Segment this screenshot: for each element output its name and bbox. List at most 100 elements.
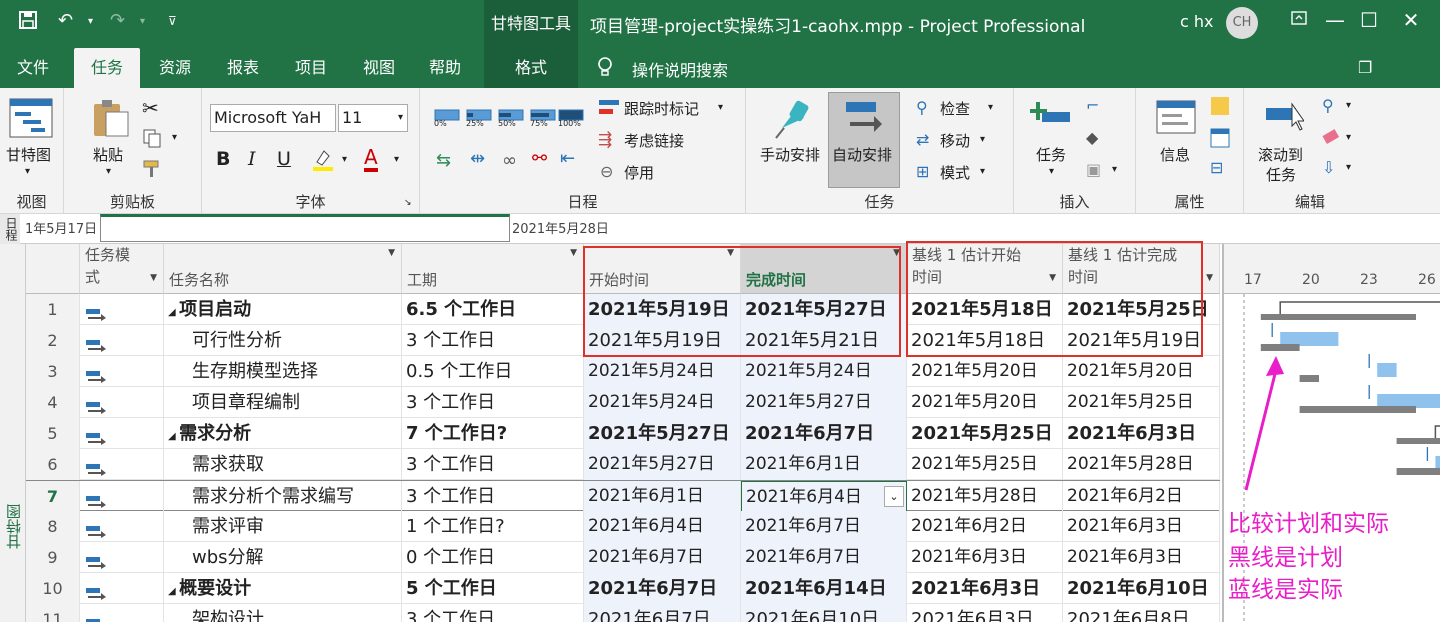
bstart-cell[interactable]: 2021年5月20日 bbox=[907, 387, 1063, 418]
information-icon[interactable] bbox=[1156, 100, 1196, 138]
start-cell[interactable]: 2021年6月7日 bbox=[584, 604, 741, 622]
duration-cell[interactable]: 1 个工作日? bbox=[402, 511, 584, 542]
finish-cell[interactable]: 2021年5月24日 bbox=[741, 356, 907, 387]
duration-cell[interactable]: 5 个工作日 bbox=[402, 573, 584, 604]
duration-cell[interactable]: 3 个工作日 bbox=[402, 387, 584, 418]
font-color-button[interactable]: A bbox=[364, 146, 378, 172]
inspect-dropdown-icon[interactable]: ▾ bbox=[988, 102, 993, 113]
collapse-triangle-icon[interactable]: ◢ bbox=[168, 586, 179, 597]
scroll-to-task-icon[interactable] bbox=[1264, 102, 1305, 136]
italic-button[interactable]: I bbox=[248, 148, 256, 170]
collapse-triangle-icon[interactable]: ◢ bbox=[168, 431, 179, 442]
insert-deliverable-icon[interactable]: ▣ bbox=[1086, 160, 1101, 179]
table-row[interactable]: 6 需求获取 3 个工作日 2021年5月27日 2021年6月1日 2021年5月25日… bbox=[26, 449, 1220, 480]
task-name-cell[interactable]: 项目章程编制 bbox=[164, 387, 402, 418]
baseline-bar[interactable] bbox=[1260, 314, 1416, 320]
tab-file[interactable]: 文件 bbox=[6, 48, 60, 88]
bstart-cell[interactable]: 2021年5月28日 bbox=[907, 481, 1063, 512]
table-row[interactable]: 11 架构设计 3 个工作日 2021年6月7日 2021年6月10日 2021年6月3日… bbox=[26, 604, 1220, 622]
filter-dropdown-icon[interactable]: ▼ bbox=[1206, 267, 1213, 289]
deliverable-dropdown-icon[interactable]: ▾ bbox=[1112, 164, 1117, 175]
avatar[interactable]: CH bbox=[1226, 7, 1258, 39]
row-number[interactable]: 3 bbox=[26, 356, 80, 387]
finish-cell[interactable]: 2021年5月27日 bbox=[741, 387, 907, 418]
row-number[interactable]: 6 bbox=[26, 449, 80, 480]
copy-icon[interactable] bbox=[142, 128, 162, 152]
tab-report[interactable]: 报表 bbox=[216, 48, 270, 88]
font-size-dropdown-icon[interactable]: ▾ bbox=[398, 105, 403, 131]
table-row[interactable]: 5 ◢ 需求分析 7 个工作日? 2021年5月27日 2021年6月7日 2021年5月… bbox=[26, 418, 1220, 449]
unlink-tasks-icon[interactable]: ⚯ bbox=[532, 148, 547, 169]
paste-icon[interactable] bbox=[92, 98, 130, 142]
font-color-dropdown-icon[interactable]: ▾ bbox=[394, 154, 399, 165]
finish-cell[interactable]: 2021年6月7日 bbox=[741, 542, 907, 573]
insert-task-icon[interactable] bbox=[1029, 100, 1072, 134]
manual-schedule-icon[interactable] bbox=[772, 98, 812, 144]
task-mode-cell[interactable] bbox=[80, 387, 164, 418]
find-icon[interactable]: ⚲ bbox=[1322, 96, 1334, 115]
task-name-cell[interactable]: 需求获取 bbox=[164, 449, 402, 480]
table-row[interactable]: 3 生存期模型选择 0.5 个工作日 2021年5月24日 2021年5月24日 2021… bbox=[26, 356, 1220, 387]
table-row[interactable]: 10 ◢ 概要设计 5 个工作日 2021年6月7日 2021年6月14日 2021年6月… bbox=[26, 573, 1220, 604]
manual-schedule-button[interactable]: 手动安排 bbox=[760, 144, 820, 165]
insert-summary-icon[interactable]: ⌐ bbox=[1086, 96, 1099, 115]
tell-me-search[interactable]: 操作说明搜索 bbox=[632, 57, 728, 81]
mode-button[interactable]: 模式 bbox=[940, 162, 970, 183]
bold-button[interactable]: B bbox=[216, 148, 230, 170]
bfinish-cell[interactable]: 2021年6月8日 bbox=[1063, 604, 1220, 622]
baseline-bar[interactable] bbox=[1299, 406, 1416, 413]
finish-cell[interactable]: 2021年6月7日 bbox=[741, 418, 907, 449]
baseline-bar[interactable] bbox=[1396, 438, 1440, 444]
task-mode-cell[interactable] bbox=[80, 356, 164, 387]
cut-icon[interactable]: ✂ bbox=[142, 96, 159, 120]
table-row[interactable]: 9 wbs分解 0 个工作日 2021年6月7日 2021年6月7日 2021年6月3日 2… bbox=[26, 542, 1220, 573]
task-mode-cell[interactable] bbox=[80, 542, 164, 573]
task-name-cell[interactable]: wbs分解 bbox=[164, 542, 402, 573]
task-name-cell[interactable]: 架构设计 bbox=[164, 604, 402, 622]
bstart-cell[interactable]: 2021年5月25日 bbox=[907, 449, 1063, 480]
finish-cell[interactable]: 2021年6月7日 bbox=[741, 511, 907, 542]
track-dropdown-icon[interactable]: ▾ bbox=[718, 102, 723, 113]
inactivate-icon[interactable]: ⊖ bbox=[600, 162, 613, 181]
user-name[interactable]: c hx bbox=[1180, 12, 1214, 31]
add-to-timeline-icon[interactable]: ⊟ bbox=[1210, 158, 1223, 177]
start-cell[interactable]: 2021年5月24日 bbox=[584, 387, 741, 418]
underline-button[interactable]: U bbox=[277, 148, 291, 170]
baseline-bar[interactable] bbox=[1299, 375, 1319, 382]
start-cell[interactable]: 2021年6月7日 bbox=[584, 542, 741, 573]
collapse-triangle-icon[interactable]: ◢ bbox=[168, 307, 179, 318]
bfinish-cell[interactable]: 2021年6月3日 bbox=[1063, 418, 1220, 449]
task-name-cell[interactable]: 生存期模型选择 bbox=[164, 356, 402, 387]
duration-cell[interactable]: 7 个工作日? bbox=[402, 418, 584, 449]
bfinish-cell[interactable]: 2021年5月28日 bbox=[1063, 449, 1220, 480]
bstart-cell[interactable]: 2021年6月3日 bbox=[907, 542, 1063, 573]
finish-cell[interactable]: 2021年6月4日 ⌄ bbox=[741, 481, 907, 512]
insert-task-button[interactable]: 任务 bbox=[1036, 144, 1066, 165]
minimize-icon[interactable]: — bbox=[1320, 8, 1350, 32]
filter-dropdown-icon[interactable]: ▼ bbox=[388, 217, 395, 289]
finish-cell[interactable]: 2021年6月1日 bbox=[741, 449, 907, 480]
mode-icon[interactable]: ⊞ bbox=[916, 162, 929, 181]
start-cell[interactable]: 2021年5月27日 bbox=[584, 449, 741, 480]
start-cell[interactable]: 2021年6月4日 bbox=[584, 511, 741, 542]
inspect-icon[interactable]: ⚲ bbox=[916, 98, 928, 117]
summary-bar[interactable] bbox=[1279, 301, 1440, 316]
baseline-bar[interactable] bbox=[1396, 468, 1440, 475]
header-task-name[interactable]: 任务名称 ▼ bbox=[164, 244, 402, 294]
task-mode-cell[interactable] bbox=[80, 511, 164, 542]
duration-cell[interactable]: 3 个工作日 bbox=[402, 604, 584, 622]
duration-cell[interactable]: 3 个工作日 bbox=[402, 449, 584, 480]
bfinish-cell[interactable]: 2021年6月10日 bbox=[1063, 573, 1220, 604]
task-name-cell[interactable]: 需求评审 bbox=[164, 511, 402, 542]
row-number[interactable]: 9 bbox=[26, 542, 80, 573]
scroll-to-task-line1[interactable]: 滚动到 bbox=[1258, 144, 1303, 165]
start-cell[interactable]: 2021年5月27日 bbox=[584, 418, 741, 449]
notes-icon[interactable] bbox=[1210, 96, 1230, 120]
save-icon[interactable] bbox=[18, 10, 38, 35]
bstart-cell[interactable]: 2021年6月3日 bbox=[907, 604, 1063, 622]
start-cell[interactable]: 2021年6月1日 bbox=[584, 481, 741, 512]
gantt-chart-icon[interactable] bbox=[9, 98, 53, 142]
track-icon[interactable] bbox=[598, 98, 620, 122]
task-name-cell[interactable]: ◢ 概要设计 bbox=[164, 573, 402, 604]
row-number[interactable]: 2 bbox=[26, 325, 80, 356]
